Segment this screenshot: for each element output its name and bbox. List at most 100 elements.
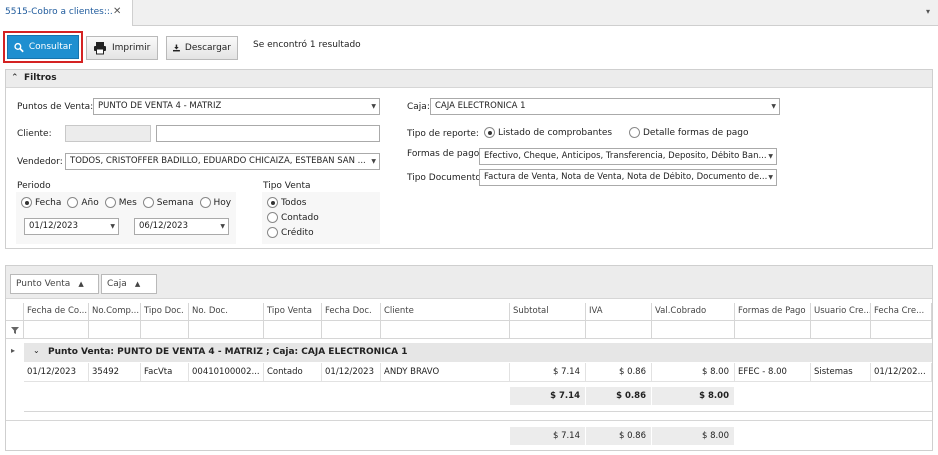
- filter-cell[interactable]: [510, 321, 586, 339]
- group-row-label: Punto Venta: PUNTO DE VENTA 4 - MATRIZ ;…: [48, 347, 408, 357]
- cell-fecha-doc: 01/12/2023: [322, 363, 381, 381]
- consultar-button[interactable]: Consultar: [7, 35, 79, 59]
- cell-iva: $ 0.86: [586, 363, 652, 381]
- radio-credito[interactable]: Crédito: [267, 227, 319, 238]
- periodo-label: Periodo: [17, 181, 51, 191]
- cell-usuario-creacion: Sistemas: [811, 363, 871, 381]
- filter-cell[interactable]: [24, 321, 89, 339]
- col-fecha-creacion[interactable]: Fecha Cre...: [871, 303, 932, 321]
- filter-cell[interactable]: [735, 321, 811, 339]
- cliente-label: Cliente:: [17, 129, 52, 139]
- chevron-down-icon: ▼: [371, 103, 376, 110]
- radio-circle: [104, 197, 116, 208]
- tab-title: 5515-Cobro a clientes::.: [5, 7, 113, 17]
- filter-cell[interactable]: [652, 321, 735, 339]
- radio-contado[interactable]: Contado: [267, 212, 319, 223]
- grand-total-cobrado: $ 8.00: [652, 427, 735, 445]
- radio-label: Mes: [118, 197, 137, 208]
- cell-fecha-creacion: 01/12/202...: [871, 363, 932, 381]
- col-fecha-doc[interactable]: Fecha Doc.: [322, 303, 381, 321]
- imprimir-button[interactable]: Imprimir: [86, 36, 158, 60]
- tipo-reporte-label: Tipo de reporte:: [407, 129, 479, 139]
- filter-cell[interactable]: [322, 321, 381, 339]
- tab-cobro-clientes[interactable]: 5515-Cobro a clientes::. ✕: [0, 0, 133, 26]
- vendedor-label: Vendedor:: [17, 157, 63, 167]
- radio-hoy[interactable]: Hoy: [199, 197, 231, 208]
- cell-no-comprobante: 35492: [89, 363, 141, 381]
- chevron-down-icon: ▼: [771, 103, 776, 110]
- chevron-down-icon[interactable]: ⌄: [33, 346, 40, 355]
- fecha-desde-picker[interactable]: 01/12/2023 ▼: [24, 218, 119, 235]
- radio-label: Fecha: [35, 197, 62, 208]
- header-indicator: [6, 303, 24, 321]
- puntos-venta-label: Puntos de Venta:: [17, 102, 94, 112]
- filter-cell[interactable]: [141, 321, 189, 339]
- row-indicator-icon: ▸: [11, 346, 16, 355]
- filter-cell[interactable]: [871, 321, 932, 339]
- radio-circle: [267, 212, 278, 223]
- filter-cell[interactable]: [89, 321, 141, 339]
- radio-todos[interactable]: Todos: [267, 197, 319, 208]
- fecha-desde-value: 01/12/2023: [29, 221, 78, 231]
- filter-cell[interactable]: [586, 321, 652, 339]
- fecha-hasta-value: 06/12/2023: [139, 221, 188, 231]
- radio-listado-comprobantes[interactable]: Listado de comprobantes: [484, 127, 612, 138]
- cell-tipo-doc: FacVta: [141, 363, 189, 381]
- col-no-doc[interactable]: No. Doc.: [189, 303, 264, 321]
- vendedor-value: TODOS, CRISTOFFER BADILLO, EDUARDO CHICA…: [70, 156, 366, 166]
- radio-mes[interactable]: Mes: [104, 197, 137, 208]
- cliente-code-field: [65, 125, 151, 142]
- tipo-venta-label: Tipo Venta: [263, 181, 311, 191]
- puntos-venta-select[interactable]: PUNTO DE VENTA 4 - MATRIZ ▼: [93, 98, 380, 115]
- caja-label: Caja:: [407, 102, 430, 112]
- fecha-hasta-picker[interactable]: 06/12/2023 ▼: [134, 218, 229, 235]
- filter-cell[interactable]: [381, 321, 510, 339]
- col-tipo-venta[interactable]: Tipo Venta: [264, 303, 322, 321]
- col-no-comprobante[interactable]: No.Comp...: [89, 303, 141, 321]
- filter-cell[interactable]: [189, 321, 264, 339]
- filter-cell[interactable]: [264, 321, 322, 339]
- tipo-documento-select[interactable]: Factura de Venta, Nota de Venta, Nota de…: [479, 169, 777, 186]
- col-fecha-comprobante[interactable]: Fecha de Co...: [24, 303, 89, 321]
- radio-anio[interactable]: Año: [67, 197, 99, 208]
- sort-asc-icon: ▲: [134, 280, 141, 288]
- filters-header[interactable]: ⌃ Filtros: [6, 70, 932, 88]
- col-tipo-doc[interactable]: Tipo Doc.: [141, 303, 189, 321]
- search-icon: [14, 42, 24, 52]
- cell-no-doc: 00410100002...: [189, 363, 264, 381]
- radio-circle: [267, 197, 278, 208]
- radio-circle: [629, 127, 640, 138]
- grand-total-iva: $ 0.86: [586, 427, 652, 445]
- col-cliente[interactable]: Cliente: [381, 303, 510, 321]
- col-val-cobrado[interactable]: Val.Cobrado: [652, 303, 735, 321]
- radio-circle: [67, 197, 79, 208]
- radio-label: Semana: [156, 197, 194, 208]
- col-subtotal[interactable]: Subtotal: [510, 303, 586, 321]
- radio-semana[interactable]: Semana: [142, 197, 194, 208]
- descargar-button[interactable]: Descargar: [166, 36, 238, 60]
- formas-pago-select[interactable]: Efectivo, Cheque, Anticipos, Transferenc…: [479, 148, 777, 165]
- filter-cell[interactable]: [811, 321, 871, 339]
- group-chip-punto-venta[interactable]: Punto Venta ▲: [10, 274, 99, 294]
- result-count-text: Se encontró 1 resultado: [253, 40, 361, 50]
- col-formas-pago[interactable]: Formas de Pago: [735, 303, 811, 321]
- radio-fecha[interactable]: Fecha: [21, 197, 61, 208]
- group-total-iva: $ 0.86: [586, 387, 652, 405]
- close-icon[interactable]: ✕: [113, 6, 121, 17]
- caja-select[interactable]: CAJA ELECTRONICA 1 ▼: [430, 98, 780, 115]
- tipo-documento-value: Factura de Venta, Nota de Venta, Nota de…: [484, 172, 768, 182]
- filter-row-indicator: [6, 321, 24, 339]
- descargar-label: Descargar: [184, 43, 231, 53]
- radio-circle: [267, 227, 278, 238]
- radio-label: Año: [81, 197, 99, 208]
- cliente-name-field[interactable]: [156, 125, 380, 142]
- col-iva[interactable]: IVA: [586, 303, 652, 321]
- radio-detalle-formas-pago[interactable]: Detalle formas de pago: [629, 127, 749, 138]
- chevron-up-icon[interactable]: ⌃: [11, 73, 19, 83]
- col-usuario-creacion[interactable]: Usuario Cre...: [811, 303, 871, 321]
- cell-cliente: ANDY BRAVO: [381, 363, 510, 381]
- chevron-down-icon[interactable]: ▾: [926, 7, 930, 16]
- group-chip-caja[interactable]: Caja ▲: [101, 274, 157, 294]
- radio-label: Detalle formas de pago: [643, 127, 749, 138]
- vendedor-select[interactable]: TODOS, CRISTOFFER BADILLO, EDUARDO CHICA…: [65, 153, 380, 170]
